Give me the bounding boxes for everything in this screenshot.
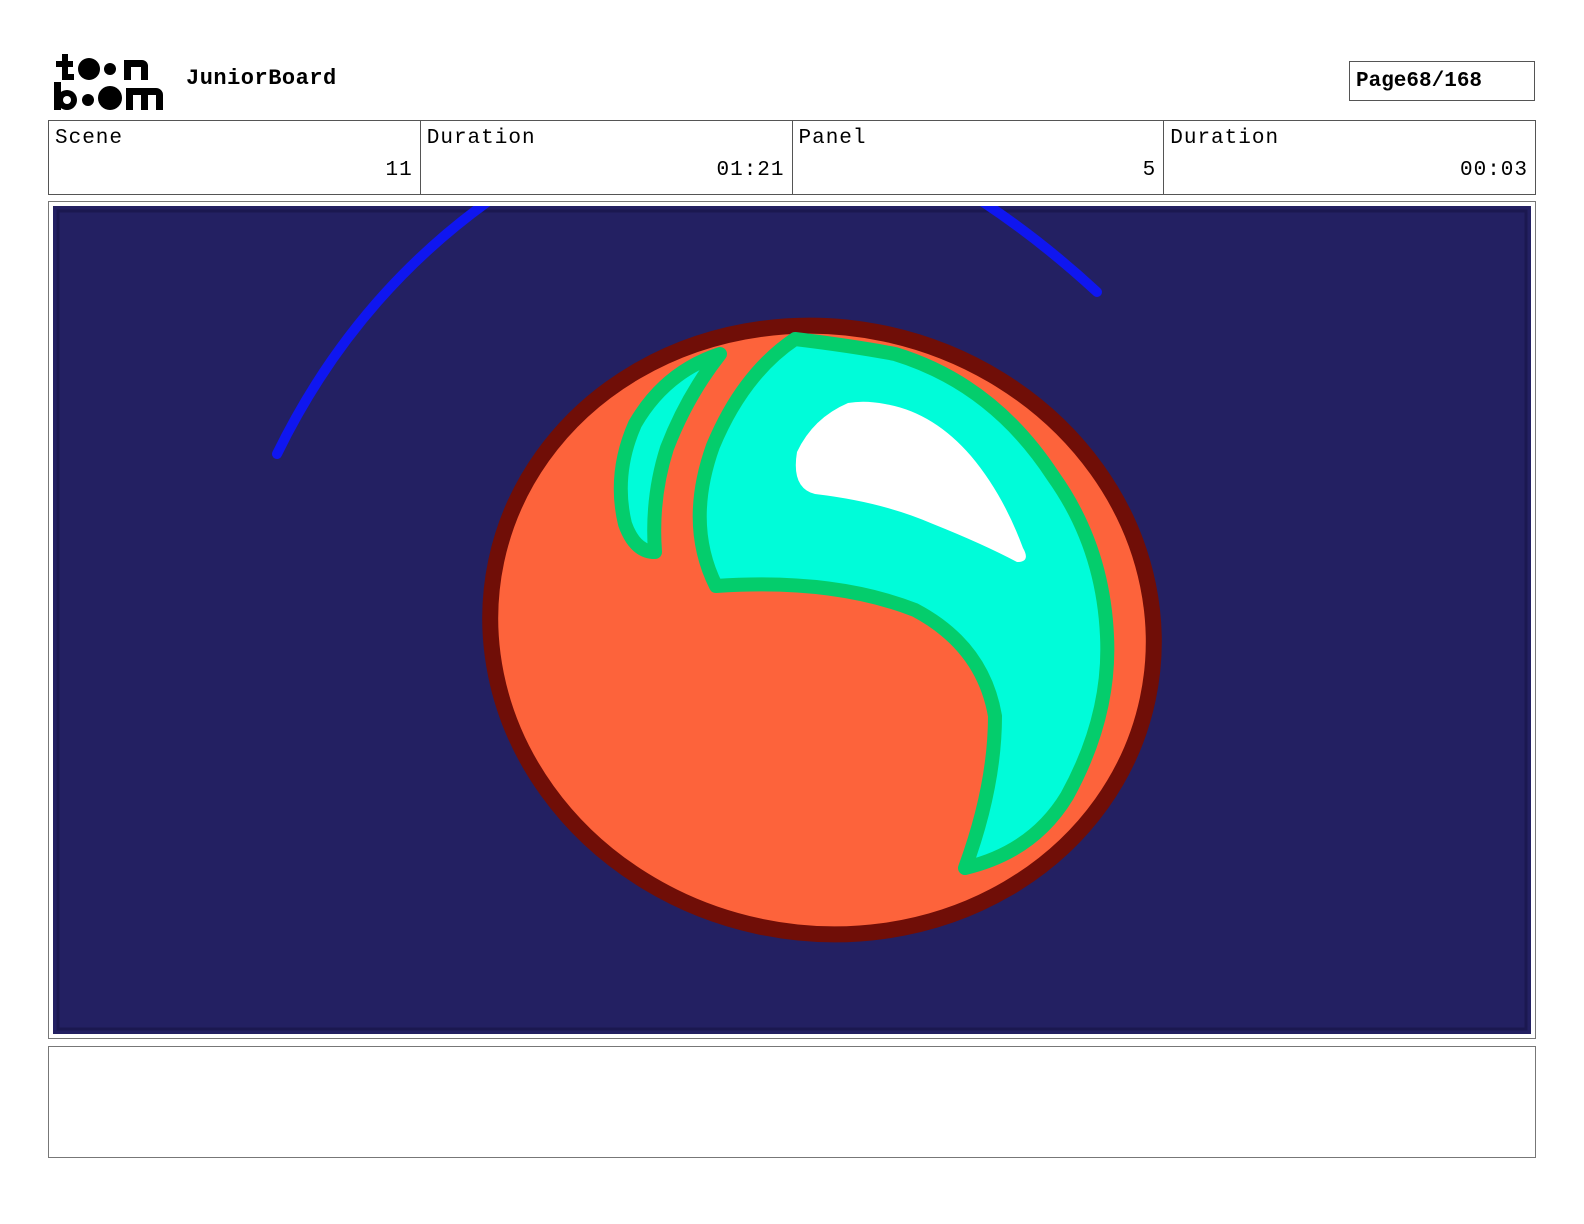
panel-duration-label: Duration xyxy=(1170,127,1280,150)
scene-duration-label: Duration xyxy=(426,127,536,150)
scene-duration-value: 01:21 xyxy=(716,159,785,182)
project-title: JuniorBoard xyxy=(186,66,337,91)
panel-notes-box xyxy=(48,1046,1536,1158)
page-number: 68/168 xyxy=(1406,69,1483,93)
panel-duration-value: 00:03 xyxy=(1459,159,1528,182)
panel-label: Panel xyxy=(798,127,867,150)
scene-value: 11 xyxy=(385,159,413,182)
panel-cell: Panel 5 xyxy=(793,121,1165,194)
panel-drawing xyxy=(53,206,1531,1034)
page-label: Page xyxy=(1356,69,1407,93)
page-indicator: Page 68/168 xyxy=(1349,61,1535,101)
panel-value: 5 xyxy=(1142,159,1157,182)
scene-duration-cell: Duration 01:21 xyxy=(421,121,793,194)
panel-duration-cell: Duration 00:03 xyxy=(1164,121,1535,194)
toon-boom-logo xyxy=(52,52,164,112)
scene-label: Scene xyxy=(55,127,124,150)
scene-info-table: Scene 11 Duration 01:21 Panel 5 Duration… xyxy=(48,120,1536,195)
scene-cell: Scene 11 xyxy=(49,121,421,194)
storyboard-panel xyxy=(48,201,1536,1039)
